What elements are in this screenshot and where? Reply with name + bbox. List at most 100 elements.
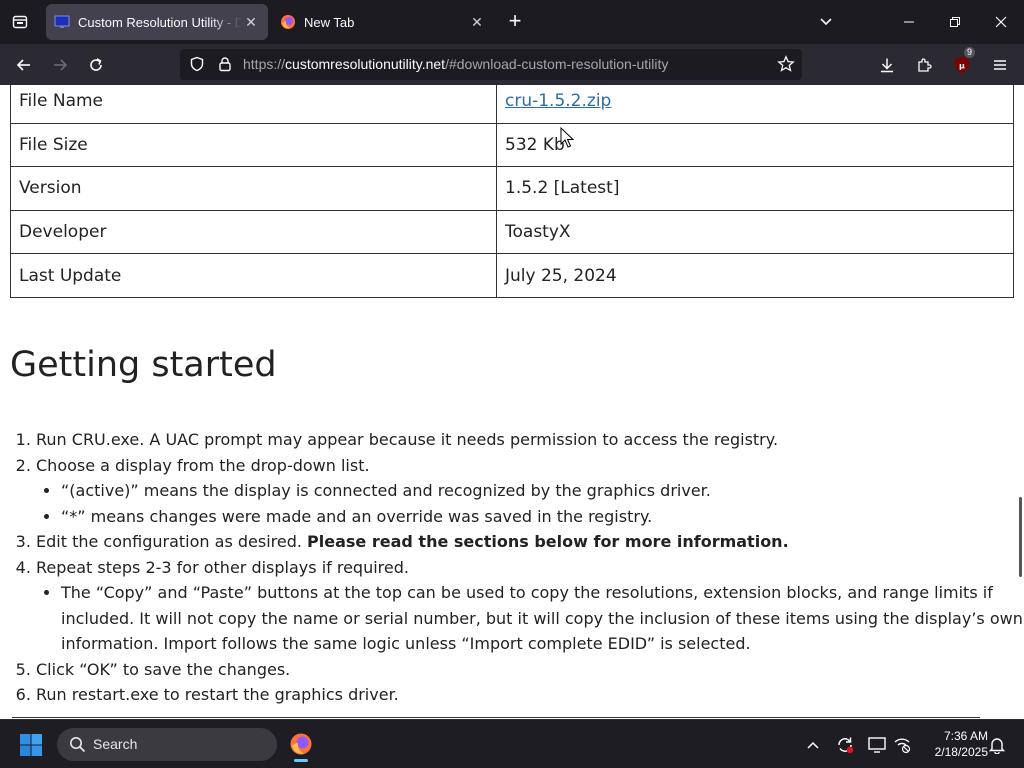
list-item: Run CRU.exe. A UAC prompt may appear bec… (36, 427, 1024, 453)
sub-list: “(active)” means the display is connecte… (36, 478, 1024, 529)
hamburger-menu-icon (994, 60, 1006, 70)
chevron-down-icon (820, 18, 832, 26)
search-label: Search (93, 736, 138, 752)
firefox-icon (281, 15, 295, 29)
step-text: Repeat steps 2-3 for other displays if r… (36, 557, 409, 577)
minimize-icon (904, 21, 914, 23)
cru-monitor-icon (54, 15, 70, 28)
taskbar-clock[interactable]: 7:36 AM 2/18/2025 (918, 728, 988, 760)
table-label-cell: Last Update (10, 253, 497, 298)
navigation-toolbar: https://customresolutionutility.net/#dow… (0, 44, 1024, 85)
page-scrollbar[interactable] (1019, 497, 1022, 577)
back-button[interactable] (9, 50, 39, 80)
bell-icon (988, 738, 1006, 754)
tab-title: Custom Resolution Utility - Download (78, 14, 242, 30)
step-text: Edit the configuration as desired. (36, 532, 308, 551)
url-host: customresolutionutility.net (285, 56, 446, 72)
tab-custom-resolution-utility[interactable]: Custom Resolution Utility - Download ✕ (46, 4, 268, 40)
download-icon (881, 58, 893, 73)
table-label-cell: Version (10, 166, 497, 211)
url-scheme: https:// (243, 56, 286, 72)
table-value-cell: July 25, 2024 (496, 253, 1014, 298)
firefox-view-button[interactable] (8, 10, 32, 34)
list-item: Click “OK” to save the changes. (36, 657, 1024, 683)
steps-list: Run CRU.exe. A UAC prompt may appear bec… (0, 427, 1024, 708)
svg-text:μ: μ (959, 62, 965, 71)
table-label-cell: Developer (10, 209, 497, 255)
table-row: Developer ToastyX (10, 209, 1014, 255)
reload-icon (90, 58, 102, 71)
taskbar-firefox-app[interactable] (285, 726, 317, 762)
table-value-cell: cru-1.5.2.zip (496, 85, 1014, 124)
close-tab-icon[interactable]: ✕ (468, 13, 486, 31)
tracking-protection-shield-icon[interactable] (188, 55, 206, 73)
extension-badge: 9 (964, 47, 976, 58)
tab-title: New Tab (304, 14, 355, 30)
close-window-button[interactable] (978, 0, 1024, 44)
search-icon (70, 737, 86, 753)
page-content: File Name cru-1.5.2.zip File Size 532 Kb… (0, 85, 1024, 719)
table-value-cell: 1.5.2 [Latest] (496, 166, 1014, 211)
url-path: /#download-custom-resolution-utility (445, 56, 669, 72)
windows-taskbar: Search 7:36 AM 2/18/2025 (0, 719, 1024, 768)
bookmark-star-icon[interactable] (777, 55, 795, 73)
list-item: “(active)” means the display is connecte… (61, 478, 1024, 504)
getting-started-steps: Run CRU.exe. A UAC prompt may appear bec… (0, 427, 1024, 708)
windows-logo-icon (20, 734, 42, 756)
table-value-cell: ToastyX (496, 209, 1014, 255)
tray-network-button[interactable] (892, 735, 912, 755)
notifications-button[interactable] (987, 735, 1007, 755)
show-hidden-icons-button[interactable] (803, 735, 823, 755)
table-row: File Size 532 Kb (10, 122, 1014, 168)
close-tab-icon[interactable]: ✕ (242, 13, 260, 31)
arrow-left-icon (16, 59, 30, 71)
puzzle-icon (917, 57, 932, 72)
reload-button[interactable] (81, 50, 111, 80)
divider (12, 717, 980, 718)
forward-button[interactable] (45, 50, 75, 80)
step-text: Click “OK” to save the changes. (36, 659, 291, 679)
tray-sync-button[interactable] (835, 735, 855, 755)
app-menu-button[interactable] (985, 50, 1015, 80)
mouse-pointer-icon (560, 127, 574, 148)
ublock-shield-icon: μ (955, 57, 969, 73)
table-label-cell: File Size (10, 122, 497, 168)
sync-icon (838, 737, 854, 754)
table-row: Last Update July 25, 2024 (10, 253, 1014, 298)
table-row: Version 1.5.2 [Latest] (10, 166, 1014, 211)
address-bar[interactable]: https://customresolutionutility.net/#dow… (180, 49, 802, 80)
step-text: Run CRU.exe. A UAC prompt may appear bec… (36, 430, 779, 449)
list-item: Run restart.exe to restart the graphics … (36, 682, 1024, 708)
table-row: File Name cru-1.5.2.zip (10, 85, 1014, 124)
start-button[interactable] (14, 731, 48, 759)
restore-icon (950, 17, 960, 27)
list-item: Edit the configuration as desired. Pleas… (36, 529, 1024, 555)
tab-new-tab[interactable]: New Tab ✕ (272, 4, 494, 40)
table-value-cell: 532 Kb (496, 122, 1014, 168)
list-item: Choose a display from the drop-down list… (36, 453, 1024, 530)
clock-time: 7:36 AM (943, 729, 988, 743)
firefox-view-icon (12, 15, 28, 29)
chevron-up-icon (807, 741, 819, 749)
extensions-button[interactable] (909, 50, 939, 80)
ublock-extension-button[interactable]: μ 9 (947, 47, 977, 80)
step-text: Choose a display from the drop-down list… (36, 455, 370, 475)
monitor-icon (868, 737, 886, 753)
lock-icon[interactable] (216, 55, 234, 73)
section-heading-getting-started: Getting started (10, 345, 277, 385)
url-text[interactable]: https://customresolutionutility.net/#dow… (243, 56, 668, 72)
tray-display-button[interactable] (867, 735, 887, 755)
list-item: Repeat steps 2-3 for other displays if r… (36, 555, 1024, 657)
download-link[interactable]: cru-1.5.2.zip (505, 91, 611, 111)
clock-date: 2/18/2025 (934, 745, 988, 759)
downloads-button[interactable] (872, 50, 902, 80)
restore-button[interactable] (932, 0, 978, 44)
firefox-icon (290, 733, 312, 755)
minimize-button[interactable] (886, 0, 932, 44)
list-item: The “Copy” and “Paste” buttons at the to… (61, 580, 1024, 657)
taskbar-search[interactable]: Search (57, 728, 277, 761)
tab-strip: Custom Resolution Utility - Download ✕ N… (0, 0, 1024, 44)
new-tab-button[interactable]: + (503, 10, 527, 34)
list-all-tabs-button[interactable] (814, 10, 838, 34)
step-emphasis: Please read the sections below for more … (307, 532, 789, 551)
